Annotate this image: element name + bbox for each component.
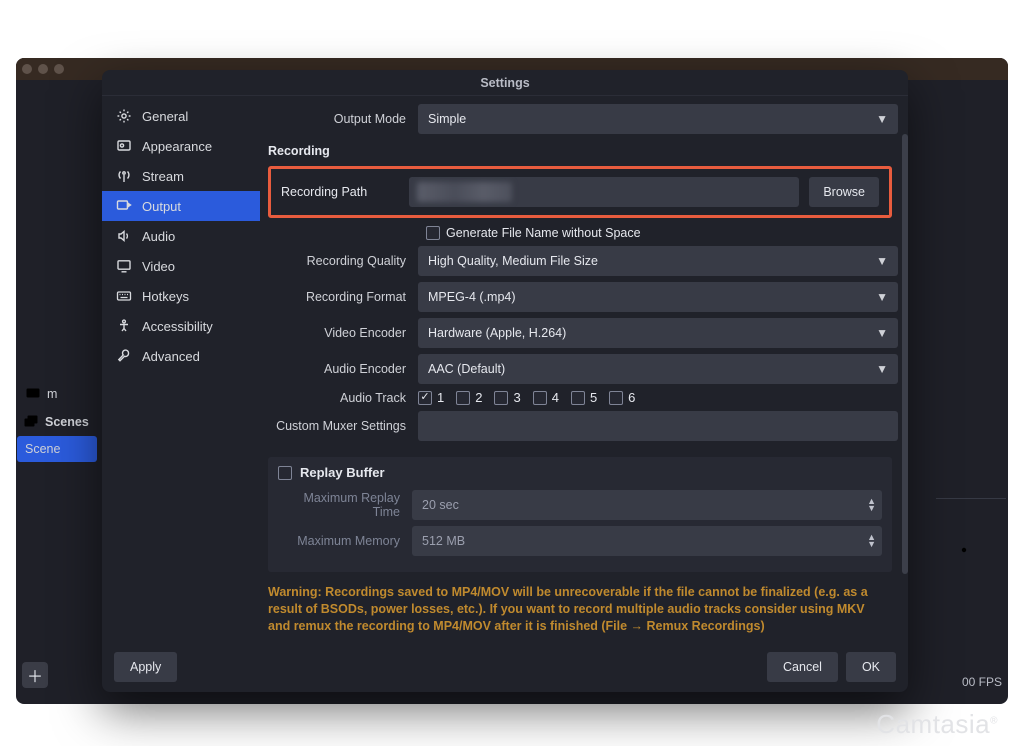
modal-title: Settings xyxy=(102,70,908,96)
recording-quality-label: Recording Quality xyxy=(262,254,418,268)
monitor-row-label: m xyxy=(47,387,57,401)
settings-content: Output Mode Simple ▼ Recording Recording… xyxy=(260,96,908,642)
keyboard-icon xyxy=(116,288,132,304)
recording-section-header: Recording xyxy=(268,144,898,158)
recording-path-input[interactable] xyxy=(409,177,799,207)
replay-buffer-checkbox[interactable] xyxy=(278,466,292,480)
scenes-header: Scenes xyxy=(17,408,97,436)
appearance-icon xyxy=(116,138,132,154)
stepper-icon: ▲▼ xyxy=(867,498,876,512)
audio-track-group: 1 2 3 4 5 6 xyxy=(418,390,898,405)
monitor-icon xyxy=(116,258,132,274)
sidebar-item-audio[interactable]: Audio xyxy=(102,221,260,251)
replay-buffer-title: Replay Buffer xyxy=(300,465,385,480)
sidebar-item-label: Accessibility xyxy=(142,319,213,334)
recording-quality-select[interactable]: High Quality, Medium File Size ▼ xyxy=(418,246,898,276)
sidebar-item-label: Video xyxy=(142,259,175,274)
custom-muxer-input[interactable] xyxy=(418,411,898,441)
sidebar-item-label: Advanced xyxy=(142,349,200,364)
monitor-row[interactable]: m xyxy=(17,380,97,408)
sidebar-item-stream[interactable]: Stream xyxy=(102,161,260,191)
audio-track-3-checkbox[interactable] xyxy=(494,391,508,405)
sidebar-item-appearance[interactable]: Appearance xyxy=(102,131,260,161)
ok-button[interactable]: OK xyxy=(846,652,896,682)
add-scene-button[interactable]: ＋ xyxy=(22,662,48,688)
sidebar-item-label: Hotkeys xyxy=(142,289,189,304)
wrench-icon xyxy=(116,348,132,364)
sidebar-item-label: General xyxy=(142,109,188,124)
output-mode-label: Output Mode xyxy=(262,112,418,126)
scenes-icon xyxy=(23,414,39,430)
cancel-button[interactable]: Cancel xyxy=(767,652,838,682)
sidebar-item-accessibility[interactable]: Accessibility xyxy=(102,311,260,341)
window-traffic-lights xyxy=(22,58,64,80)
recording-path-highlight: Recording Path Browse xyxy=(268,166,892,218)
sidebar-item-hotkeys[interactable]: Hotkeys xyxy=(102,281,260,311)
audio-track-1-checkbox[interactable] xyxy=(418,391,432,405)
chevron-down-icon: ▼ xyxy=(876,290,888,304)
scrollbar[interactable] xyxy=(902,134,908,574)
modal-footer: Apply Cancel OK xyxy=(102,642,908,692)
apply-button[interactable]: Apply xyxy=(114,652,177,682)
audio-track-6-checkbox[interactable] xyxy=(609,391,623,405)
scenes-sidepanel: m Scenes Scene xyxy=(17,380,97,462)
recording-format-select[interactable]: MPEG-4 (.mp4) ▼ xyxy=(418,282,898,312)
sidebar-item-output[interactable]: Output xyxy=(102,191,260,221)
settings-gear-button[interactable] xyxy=(952,538,976,562)
recording-warning-text: Warning: Recordings saved to MP4/MOV wil… xyxy=(268,584,890,635)
audio-track-4-checkbox[interactable] xyxy=(533,391,547,405)
replay-buffer-panel: Replay Buffer Maximum Replay Time 20 sec… xyxy=(268,457,892,572)
generate-filename-label: Generate File Name without Space xyxy=(446,226,641,240)
stepper-icon: ▲▼ xyxy=(867,534,876,548)
max-replay-time-label: Maximum Replay Time xyxy=(278,491,412,519)
chevron-down-icon: ▼ xyxy=(876,362,888,376)
audio-track-2-checkbox[interactable] xyxy=(456,391,470,405)
antenna-icon xyxy=(116,168,132,184)
settings-sidebar: General Appearance Stream Output Audio V… xyxy=(102,96,260,642)
camtasia-watermark: Camtasia® xyxy=(876,709,998,740)
recording-format-label: Recording Format xyxy=(262,290,418,304)
max-memory-label: Maximum Memory xyxy=(278,534,412,548)
gear-icon xyxy=(956,542,972,558)
audio-track-5-checkbox[interactable] xyxy=(571,391,585,405)
chevron-down-icon: ▼ xyxy=(876,254,888,268)
sidebar-item-general[interactable]: General xyxy=(102,101,260,131)
generate-filename-checkbox[interactable] xyxy=(426,226,440,240)
sidebar-item-label: Stream xyxy=(142,169,184,184)
video-encoder-select[interactable]: Hardware (Apple, H.264) ▼ xyxy=(418,318,898,348)
recording-path-label: Recording Path xyxy=(281,185,399,199)
monitor-icon xyxy=(25,386,41,402)
sidebar-item-advanced[interactable]: Advanced xyxy=(102,341,260,371)
output-icon xyxy=(116,198,132,214)
custom-muxer-label: Custom Muxer Settings xyxy=(262,419,418,433)
audio-encoder-label: Audio Encoder xyxy=(262,362,418,376)
fps-indicator: 00 FPS xyxy=(962,675,1002,689)
sidebar-item-label: Output xyxy=(142,199,181,214)
audio-encoder-select[interactable]: AAC (Default) ▼ xyxy=(418,354,898,384)
scene-item[interactable]: Scene xyxy=(17,436,97,462)
sidebar-item-label: Audio xyxy=(142,229,175,244)
max-memory-input[interactable]: 512 MB ▲▼ xyxy=(412,526,882,556)
browse-button[interactable]: Browse xyxy=(809,177,879,207)
video-encoder-label: Video Encoder xyxy=(262,326,418,340)
sidebar-item-video[interactable]: Video xyxy=(102,251,260,281)
sidebar-item-label: Appearance xyxy=(142,139,212,154)
recording-path-blurred-value xyxy=(417,182,512,202)
speaker-icon xyxy=(116,228,132,244)
max-replay-time-input[interactable]: 20 sec ▲▼ xyxy=(412,490,882,520)
audio-track-label: Audio Track xyxy=(262,391,418,405)
output-mode-select[interactable]: Simple ▼ xyxy=(418,104,898,134)
chevron-down-icon: ▼ xyxy=(876,326,888,340)
gear-icon xyxy=(116,108,132,124)
settings-modal: Settings General Appearance Stream Outpu… xyxy=(102,70,908,692)
chevron-down-icon: ▼ xyxy=(876,112,888,126)
accessibility-icon xyxy=(116,318,132,334)
